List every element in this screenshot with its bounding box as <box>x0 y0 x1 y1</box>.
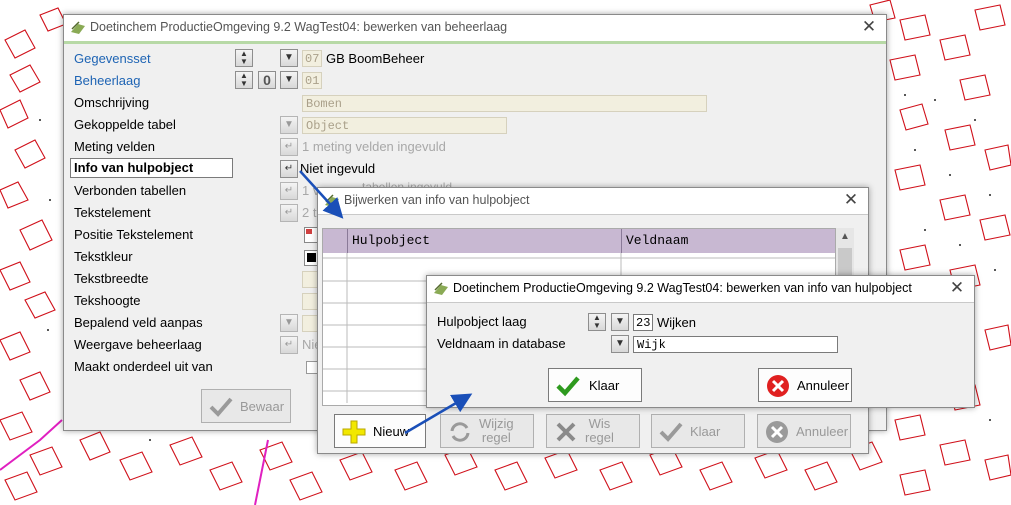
arrow-to-edit-window <box>404 393 473 435</box>
annotation-arrows <box>299 170 473 435</box>
arrow-to-info-window <box>299 170 344 219</box>
